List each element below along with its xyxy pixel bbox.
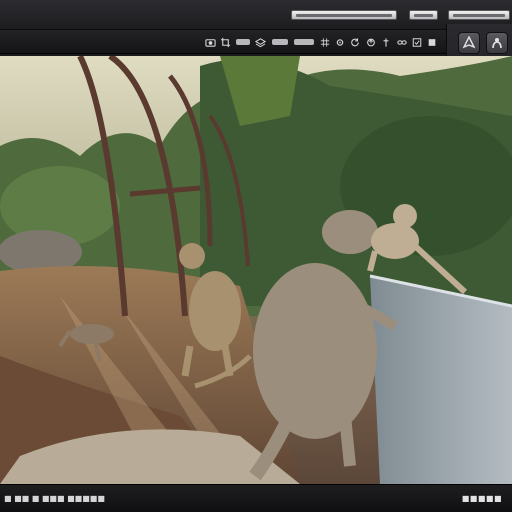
crop-icon[interactable] — [219, 36, 231, 48]
status-bar: ■ ■■ ■ ■■■ ■■■■■ ■■■■■ — [0, 484, 512, 512]
brush-size-slider[interactable] — [272, 39, 288, 45]
jungle-scene-image — [0, 56, 512, 484]
zoom-field[interactable] — [409, 10, 438, 20]
link-icon[interactable] — [397, 36, 407, 48]
shape-icon[interactable] — [486, 32, 508, 54]
camera-icon[interactable] — [204, 36, 216, 48]
refresh-icon[interactable] — [350, 36, 360, 48]
mode-toggle[interactable] — [236, 39, 250, 45]
search-field[interactable] — [448, 10, 510, 20]
address-field[interactable] — [291, 10, 397, 20]
export-icon[interactable] — [366, 36, 376, 48]
opacity-slider[interactable] — [294, 39, 314, 45]
settings-icon[interactable] — [335, 36, 345, 48]
image-toolbar — [0, 30, 446, 54]
layers-icon[interactable] — [254, 36, 266, 48]
grid-icon[interactable] — [320, 36, 330, 48]
status-label: ■■■■■ — [461, 494, 502, 503]
checkbox-icon[interactable] — [412, 36, 422, 48]
square-icon[interactable] — [427, 36, 437, 48]
leaf-icon[interactable] — [458, 32, 480, 54]
image-viewport[interactable] — [0, 56, 512, 484]
status-text: ■ ■■ ■ ■■■ ■■■■■ — [4, 494, 105, 503]
window-titlebar — [0, 0, 512, 30]
pin-icon[interactable] — [381, 36, 391, 48]
